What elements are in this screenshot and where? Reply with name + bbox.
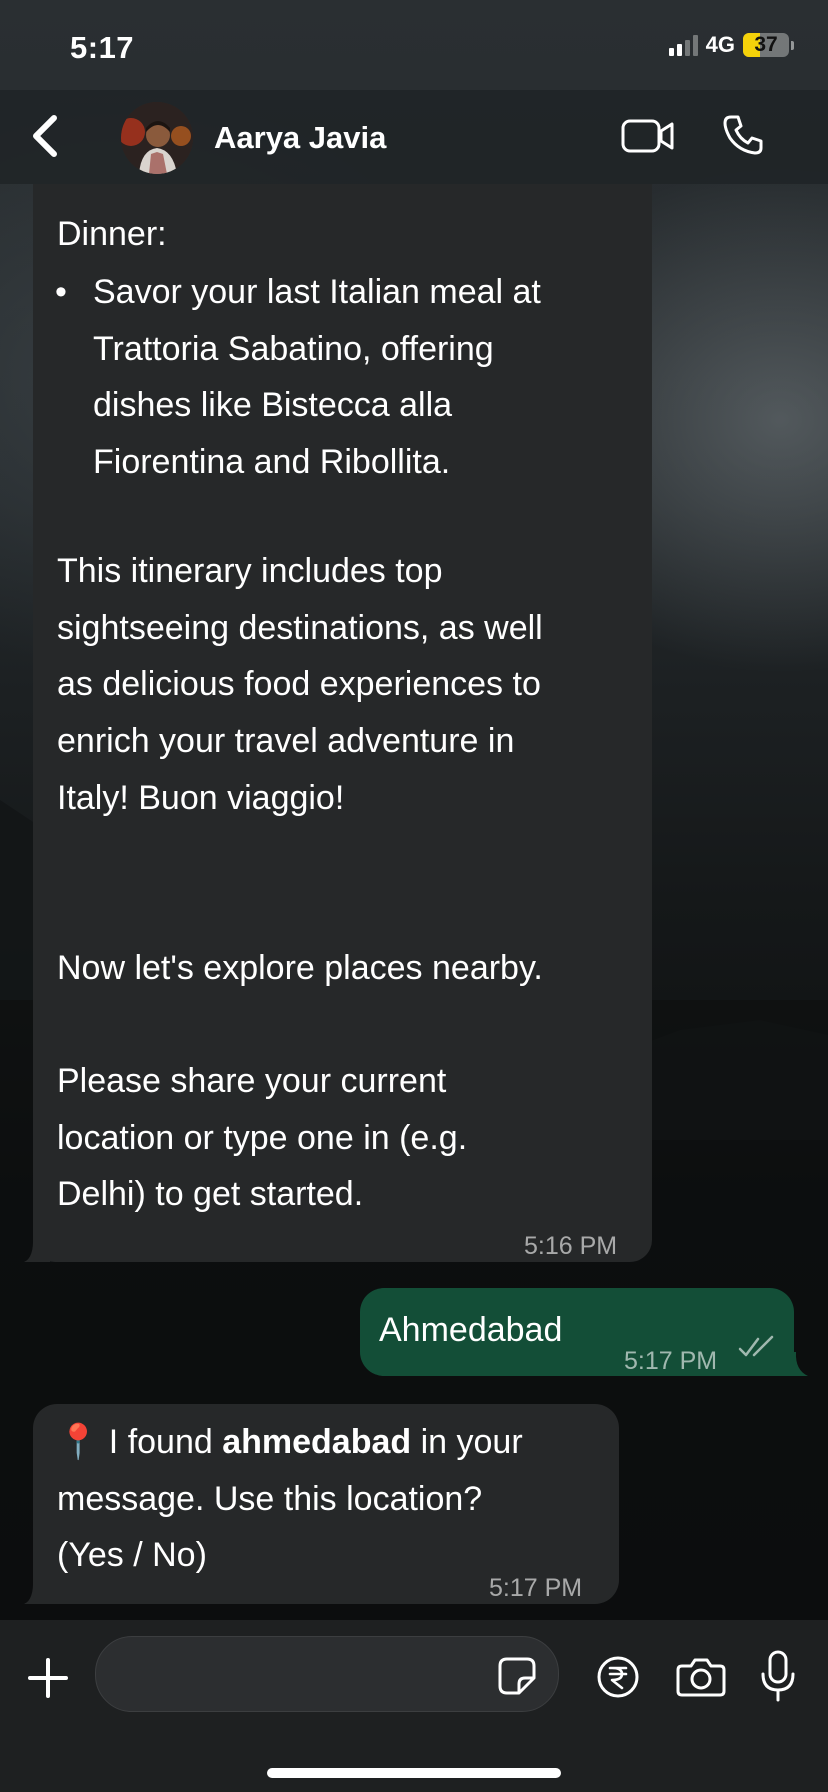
message-timestamp: 5:16 PM	[524, 1232, 618, 1260]
avatar[interactable]	[121, 102, 193, 174]
bullet-line: Fiorentina and Ribollita.	[93, 443, 451, 481]
message-line: 📍 I found ahmedabad in your	[57, 1414, 523, 1471]
message-text: I found	[108, 1423, 223, 1461]
payment-button[interactable]	[596, 1655, 640, 1699]
bullet-line: dishes like Bistecca alla	[93, 386, 453, 424]
message-timestamp: 5:17 PM	[489, 1574, 583, 1602]
signal-strength-icon	[668, 34, 698, 56]
status-indicators: 4G 37	[668, 32, 794, 58]
phone-icon	[723, 115, 763, 155]
message-bubble-outgoing[interactable]: Ahmedabad 5:17 PM	[360, 1288, 794, 1376]
camera-button[interactable]	[676, 1656, 726, 1698]
chevron-left-icon	[33, 115, 57, 157]
message-line: Now let's explore places nearby.	[57, 949, 543, 987]
video-camera-icon	[621, 119, 674, 153]
message-input[interactable]	[95, 1636, 559, 1712]
double-check-icon	[738, 1335, 774, 1357]
bullet-line: Savor your last Italian meal at	[93, 273, 541, 311]
network-type: 4G	[705, 32, 735, 57]
bullet-marker: •	[55, 273, 67, 311]
battery-tip	[791, 40, 794, 50]
pin-emoji: 📍	[57, 1423, 100, 1461]
plus-icon	[28, 1658, 68, 1698]
bullet-line: Trattoria Sabatino, offering	[93, 330, 494, 368]
message-line: Please share your current	[57, 1062, 447, 1100]
battery-level: 37	[754, 33, 778, 56]
chat-header: Aarya Javia	[0, 90, 828, 184]
message-text: in your	[411, 1423, 523, 1461]
message-line: This itinerary includes top	[57, 552, 443, 590]
location-highlight: ahmedabad	[222, 1423, 412, 1461]
bubble-tail	[24, 1578, 50, 1604]
message-line: message. Use this location?	[57, 1480, 483, 1518]
microphone-button[interactable]	[760, 1650, 796, 1702]
contact-name[interactable]: Aarya Javia	[214, 120, 386, 156]
bubble-tail	[24, 1236, 50, 1262]
message-line: (Yes / No)	[57, 1536, 207, 1574]
message-line: Italy! Buon viaggio!	[57, 779, 345, 817]
rupee-payment-icon	[597, 1656, 639, 1698]
message-line: enrich your travel adventure in	[57, 722, 515, 760]
home-indicator[interactable]	[267, 1768, 561, 1778]
voice-call-button[interactable]	[718, 110, 768, 160]
message-line: as delicious food experiences to	[57, 665, 541, 703]
video-call-button[interactable]	[620, 115, 676, 157]
battery-icon: 37	[743, 33, 789, 57]
status-time: 5:17	[70, 30, 135, 65]
microphone-icon	[761, 1650, 795, 1702]
back-button[interactable]	[20, 108, 70, 164]
attach-button[interactable]	[24, 1654, 72, 1702]
message-bubble-incoming[interactable]: Dinner: • Savor your last Italian meal a…	[33, 184, 652, 1262]
message-line: Delhi) to get started.	[57, 1175, 364, 1213]
message-label: Dinner:	[57, 215, 167, 253]
message-line: sightseeing destinations, as well	[57, 609, 543, 647]
bubble-tail	[780, 1352, 808, 1376]
message-text: Ahmedabad	[379, 1311, 563, 1349]
avatar-photo	[121, 102, 193, 174]
message-bubble-incoming[interactable]: 📍 I found ahmedabad in your message. Use…	[33, 1404, 619, 1604]
message-composer	[0, 1620, 828, 1792]
camera-icon	[676, 1658, 726, 1697]
sticker-button[interactable]	[497, 1656, 537, 1696]
message-timestamp: 5:17 PM	[624, 1347, 718, 1375]
message-line: location or type one in (e.g.	[57, 1119, 468, 1157]
sticker-icon	[498, 1657, 536, 1695]
